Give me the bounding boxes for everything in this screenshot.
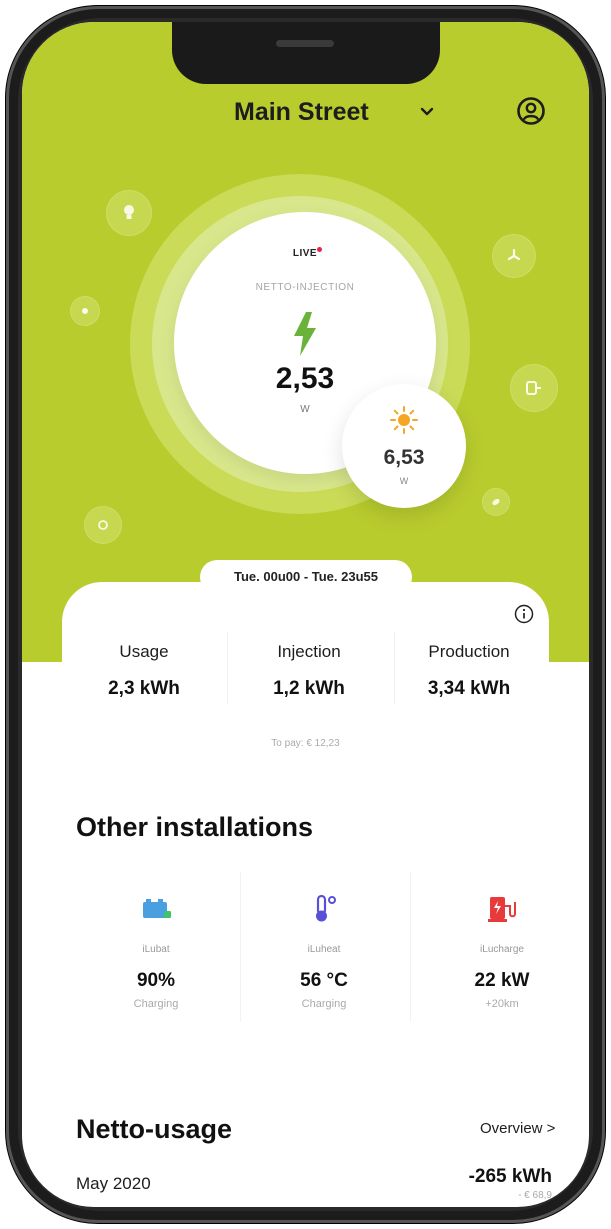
netto-usage-value: -265 kWh [468,1166,552,1187]
top-bar: Main Street [22,96,589,136]
stat-label: Injection [277,642,341,661]
stat-injection[interactable]: Injection 1,2 kWh [229,642,389,700]
profile-icon[interactable] [516,96,546,126]
divider [410,872,411,1022]
installation-iluheat[interactable]: iLuheat 56 °C Charging [244,874,404,1010]
overview-link[interactable]: Overview > [480,1120,555,1137]
speaker-grille [276,40,334,47]
thermo-bubble[interactable] [84,506,122,544]
lightning-bolt-icon [294,312,316,356]
installation-status: +20km [485,998,519,1010]
divider [227,632,228,704]
stat-value: 3,34 kWh [427,678,511,699]
stat-value: 2,3 kWh [108,678,180,699]
location-title[interactable]: Main Street [234,98,369,127]
other-installations-title: Other installations [76,812,314,842]
netto-usage-cost: - € 68,9 [518,1190,552,1201]
battery-icon [143,899,171,918]
phone-notch [172,22,440,84]
chevron-down-icon[interactable] [417,102,437,122]
stat-label: Usage [119,642,169,661]
installation-status: Charging [133,998,179,1010]
gauge-label: NETTO-INJECTION [255,282,355,293]
solar-unit: W [399,476,409,486]
installation-ilubat[interactable]: iLubat 90% Charging [76,874,236,1010]
sun-bubble-small[interactable] [70,296,100,326]
installation-status: Charging [301,998,347,1010]
lightbulb-bubble[interactable] [106,190,152,236]
solar-value: 6,53 [383,446,425,469]
lightbulb-icon [124,205,134,219]
installation-name: iLubat [142,944,170,955]
charger-bubble[interactable] [510,364,558,412]
live-badge: LIVE [292,248,318,259]
sun-icon [390,406,418,434]
installation-value: 56 °C [300,970,348,991]
installation-name: iLuheat [307,944,341,955]
installation-value: 90% [136,970,176,991]
to-pay-text: To pay: € 12,23 [271,738,340,749]
plug-icon [526,381,541,395]
divider [240,872,241,1022]
installation-name: iLucharge [480,944,524,955]
fan-bubble[interactable] [492,234,536,278]
leaf-bubble[interactable] [482,488,510,516]
leaf-icon [492,498,500,506]
solar-production-bubble[interactable]: 6,53 W [342,384,466,508]
gauge-icon [98,520,108,530]
ev-charger-icon [488,897,516,922]
stat-label: Production [428,642,510,661]
fan-icon [507,248,521,261]
stat-production[interactable]: Production 3,34 kWh [389,642,549,700]
month-label: May 2020 [76,1174,151,1193]
period-selector[interactable]: Tue. 00u00 - Tue. 23u55 [200,560,412,594]
app-screen: Main Street LIVE NETTO-INJECTION 2,53 W … [22,22,589,1207]
small-sun-icon [82,308,88,314]
stat-usage[interactable]: Usage 2,3 kWh [64,642,224,700]
netto-usage-title: Netto-usage [76,1114,233,1144]
thermometer-icon [316,894,336,922]
installation-value: 22 kW [474,970,530,991]
installation-ilucharge[interactable]: iLucharge 22 kW +20km [422,874,582,1010]
live-indicator-dot [317,247,322,252]
stat-value: 1,2 kWh [273,678,345,699]
